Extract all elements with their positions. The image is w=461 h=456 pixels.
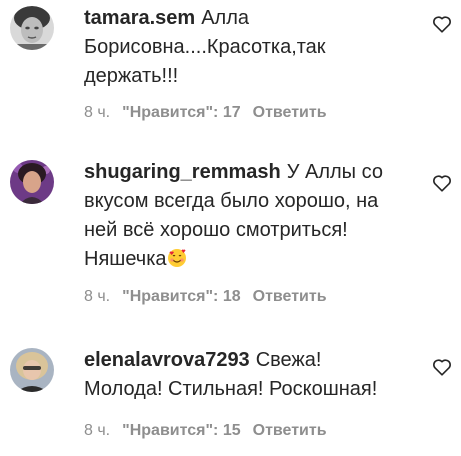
comment-time[interactable]: 8 ч. [84, 288, 110, 306]
reply-button[interactable]: Ответить [253, 104, 327, 122]
comment-likes-count[interactable]: "Нравится": 15 [122, 422, 241, 440]
comment-body: elenalavrova7293 Свежа! Молода! Стильная!… [84, 346, 404, 404]
comment-username[interactable]: tamara.sem [84, 7, 195, 29]
comment-username[interactable]: elenalavrova7293 [84, 349, 250, 371]
avatar[interactable] [10, 160, 54, 204]
comment-body: shugaring_remmash У Аллы со вкусом всегда… [84, 158, 404, 274]
avatar[interactable] [10, 6, 54, 50]
heart-outline-icon[interactable] [432, 174, 452, 192]
comment-likes-count[interactable]: "Нравится": 17 [122, 104, 241, 122]
smiling-face-with-hearts-icon [167, 249, 186, 267]
comment-meta: 8 ч. "Нравится": 18 Ответить [84, 288, 327, 306]
avatar[interactable] [10, 348, 54, 392]
comment-username[interactable]: shugaring_remmash [84, 161, 281, 183]
reply-button[interactable]: Ответить [253, 422, 327, 440]
comment-body: tamara.sem Алла Борисовна....Красотка,так… [84, 4, 404, 91]
heart-outline-icon[interactable] [432, 358, 452, 376]
comment-time[interactable]: 8 ч. [84, 104, 110, 122]
comment-meta: 8 ч. "Нравится": 17 Ответить [84, 104, 327, 122]
comment-meta: 8 ч. "Нравится": 15 Ответить [84, 422, 327, 440]
reply-button[interactable]: Ответить [253, 288, 327, 306]
heart-outline-icon[interactable] [432, 15, 452, 33]
comment-likes-count[interactable]: "Нравится": 18 [122, 288, 241, 306]
comment-time[interactable]: 8 ч. [84, 422, 110, 440]
